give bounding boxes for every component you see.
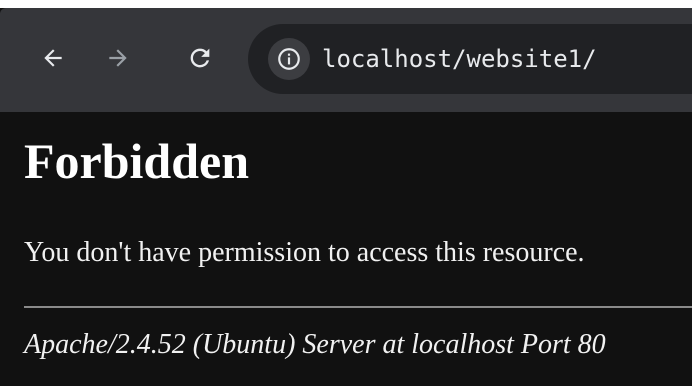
reload-button[interactable] bbox=[180, 38, 220, 78]
info-icon bbox=[278, 48, 300, 70]
page-content: Forbidden You don't have permission to a… bbox=[0, 112, 692, 386]
back-button[interactable] bbox=[33, 38, 73, 78]
site-info-button[interactable] bbox=[268, 38, 310, 80]
address-bar[interactable]: localhost/website1/ bbox=[248, 24, 692, 94]
window-top-edge bbox=[0, 0, 692, 8]
reload-icon bbox=[190, 48, 210, 68]
forward-button[interactable] bbox=[98, 38, 138, 78]
page-title: Forbidden bbox=[24, 133, 250, 189]
browser-toolbar: localhost/website1/ bbox=[0, 8, 692, 112]
arrow-right-icon bbox=[109, 49, 127, 67]
browser-window: localhost/website1/ Forbidden You don't … bbox=[0, 0, 692, 386]
server-signature: Apache/2.4.52 (Ubuntu) Server at localho… bbox=[24, 329, 606, 360]
divider bbox=[24, 306, 692, 308]
arrow-left-icon bbox=[44, 49, 62, 67]
error-message: You don't have permission to access this… bbox=[24, 237, 585, 268]
address-bar-url[interactable]: localhost/website1/ bbox=[322, 24, 597, 94]
